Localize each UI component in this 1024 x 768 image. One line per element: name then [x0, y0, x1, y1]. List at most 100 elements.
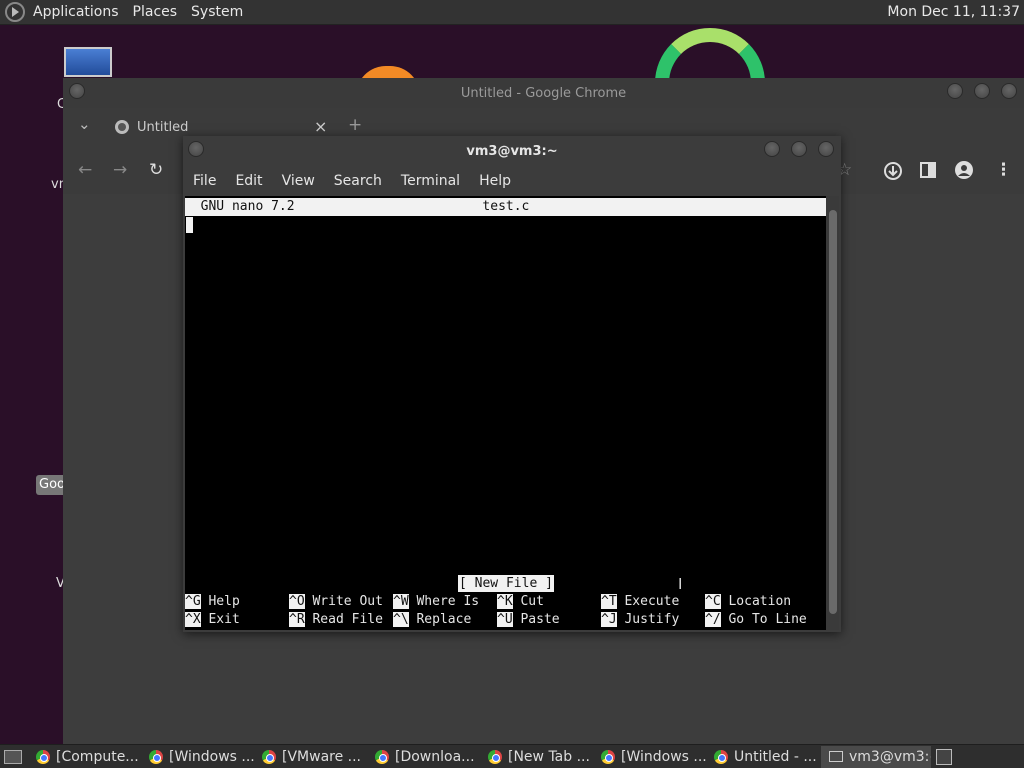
shortcut-label: Read File	[312, 612, 383, 627]
tab-close-icon[interactable]: ×	[314, 117, 327, 136]
menu-applications[interactable]: Applications	[33, 4, 119, 20]
taskbar-item[interactable]: [VMware ...	[256, 746, 368, 768]
profile-icon[interactable]	[955, 161, 973, 179]
shortcut-key: ^G	[185, 594, 201, 609]
workspace-switcher-icon[interactable]	[936, 748, 952, 765]
shortcut-key: ^W	[393, 594, 409, 609]
chrome-icon	[262, 749, 276, 764]
shortcut-help: ^G Help	[185, 593, 240, 611]
shortcut-label: Write Out	[312, 594, 383, 609]
shortcut-location: ^C Location	[705, 593, 791, 611]
terminal-screen[interactable]: GNU nano 7.2 test.c [ New File ] ^G Help…	[185, 196, 826, 630]
shortcut-key: ^T	[601, 594, 617, 609]
download-icon[interactable]	[883, 161, 903, 181]
window-menu-button[interactable]	[188, 141, 204, 157]
minimize-button[interactable]	[764, 141, 780, 157]
shortcut-label: Where Is	[416, 594, 480, 609]
chrome-icon	[375, 749, 389, 764]
shortcut-key: ^C	[705, 594, 721, 609]
chrome-icon	[601, 749, 615, 764]
terminal-titlebar[interactable]: vm3@vm3:~	[183, 136, 841, 166]
desktop-icon-selected-label[interactable]: Goo	[36, 475, 66, 495]
shortcut-label: Go To Line	[728, 612, 807, 627]
reload-icon[interactable]: ↻	[149, 160, 163, 180]
nano-status: [ New File ]	[458, 575, 554, 592]
taskbar-item-label: vm3@vm3:~	[849, 748, 931, 765]
panel-clock[interactable]: Mon Dec 11, 11:37	[887, 4, 1020, 20]
top-panel: Applications Places System Mon Dec 11, 1…	[0, 0, 1024, 25]
side-panel-icon[interactable]	[920, 162, 936, 178]
shortcut-row: ^X Exit ^R Read File ^\ Replace ^U Paste…	[185, 611, 826, 629]
chrome-icon	[149, 749, 163, 764]
menu-edit[interactable]: Edit	[235, 173, 262, 189]
terminal-window-title: vm3@vm3:~	[466, 143, 558, 159]
bottom-taskbar: [Compute... [Windows ... [VMware ... [Do…	[0, 744, 1024, 768]
shortcut-key: ^K	[497, 594, 513, 609]
menu-places[interactable]: Places	[133, 4, 178, 20]
shortcut-read-file: ^R Read File	[289, 611, 383, 629]
shortcut-key: ^X	[185, 612, 201, 627]
chrome-titlebar[interactable]: Untitled - Google Chrome	[63, 78, 1024, 108]
menu-system[interactable]: System	[191, 4, 243, 20]
tab-title: Untitled	[137, 119, 189, 135]
window-menu-button[interactable]	[69, 83, 85, 99]
back-icon[interactable]: ←	[78, 160, 92, 180]
shortcut-go-to-line: ^/ Go To Line	[705, 611, 807, 629]
taskbar-item-label: [New Tab ...	[508, 748, 590, 765]
shortcut-label: Replace	[416, 612, 472, 627]
terminal-scrollbar[interactable]	[826, 196, 839, 630]
menu-view[interactable]: View	[282, 173, 315, 189]
shortcut-key: ^/	[705, 612, 721, 627]
taskbar-item-label: [Compute...	[56, 748, 139, 765]
new-tab-icon[interactable]: +	[348, 115, 362, 135]
nano-shortcut-bar: ^G Help ^O Write Out ^W Where Is ^K Cut …	[185, 593, 826, 629]
show-desktop-icon[interactable]	[4, 749, 22, 764]
forward-icon[interactable]: →	[113, 160, 127, 180]
taskbar-item[interactable]: [Downloa...	[369, 746, 481, 768]
maximize-button[interactable]	[974, 83, 990, 99]
shortcut-execute: ^T Execute	[601, 593, 679, 611]
shortcut-write-out: ^O Write Out	[289, 593, 383, 611]
close-button[interactable]	[818, 141, 834, 157]
shortcut-key: ^O	[289, 594, 305, 609]
chrome-window-title: Untitled - Google Chrome	[460, 85, 627, 101]
shortcut-label: Location	[728, 594, 792, 609]
taskbar-item[interactable]: [Windows ...	[595, 746, 707, 768]
nano-header: GNU nano 7.2 test.c	[185, 198, 826, 216]
taskbar-item-label: Untitled - ...	[734, 748, 817, 765]
globe-icon	[115, 120, 129, 134]
menu-terminal[interactable]: Terminal	[401, 173, 460, 189]
taskbar-item[interactable]: [Windows ...	[143, 746, 255, 768]
menu-search[interactable]: Search	[334, 173, 382, 189]
shortcut-key: ^\	[393, 612, 409, 627]
tab-search-icon[interactable]: ⌄	[78, 115, 91, 133]
distro-logo-icon[interactable]	[5, 2, 25, 22]
taskbar-item-active[interactable]: vm3@vm3:~	[821, 745, 931, 768]
shortcut-key: ^U	[497, 612, 513, 627]
taskbar-item[interactable]: [Compute...	[30, 746, 142, 768]
shortcut-label: Justify	[624, 612, 680, 627]
computer-desktop-icon[interactable]	[64, 47, 112, 77]
taskbar-item-label: [VMware ...	[282, 748, 362, 765]
shortcut-row: ^G Help ^O Write Out ^W Where Is ^K Cut …	[185, 593, 826, 611]
shortcut-label: Cut	[520, 594, 544, 609]
shortcut-exit: ^X Exit	[185, 611, 240, 629]
chrome-icon	[488, 749, 502, 764]
shortcut-label: Paste	[520, 612, 560, 627]
menu-file[interactable]: File	[193, 173, 216, 189]
chrome-icon	[36, 749, 50, 764]
close-button[interactable]	[1001, 83, 1017, 99]
menu-help[interactable]: Help	[479, 173, 511, 189]
taskbar-item[interactable]: Untitled - ...	[708, 746, 820, 768]
scrollbar-thumb[interactable]	[829, 210, 837, 614]
maximize-button[interactable]	[791, 141, 807, 157]
taskbar-item-label: [Downloa...	[395, 748, 475, 765]
taskbar-item[interactable]: [New Tab ...	[482, 746, 594, 768]
chrome-menu-icon[interactable]: ⋮	[995, 160, 1012, 180]
minimize-button[interactable]	[947, 83, 963, 99]
terminal-window: vm3@vm3:~ File Edit View Search Terminal…	[183, 136, 841, 632]
terminal-menubar: File Edit View Search Terminal Help	[183, 166, 841, 196]
shortcut-label: Execute	[624, 594, 680, 609]
shortcut-paste: ^U Paste	[497, 611, 560, 629]
shortcut-label: Help	[208, 594, 240, 609]
